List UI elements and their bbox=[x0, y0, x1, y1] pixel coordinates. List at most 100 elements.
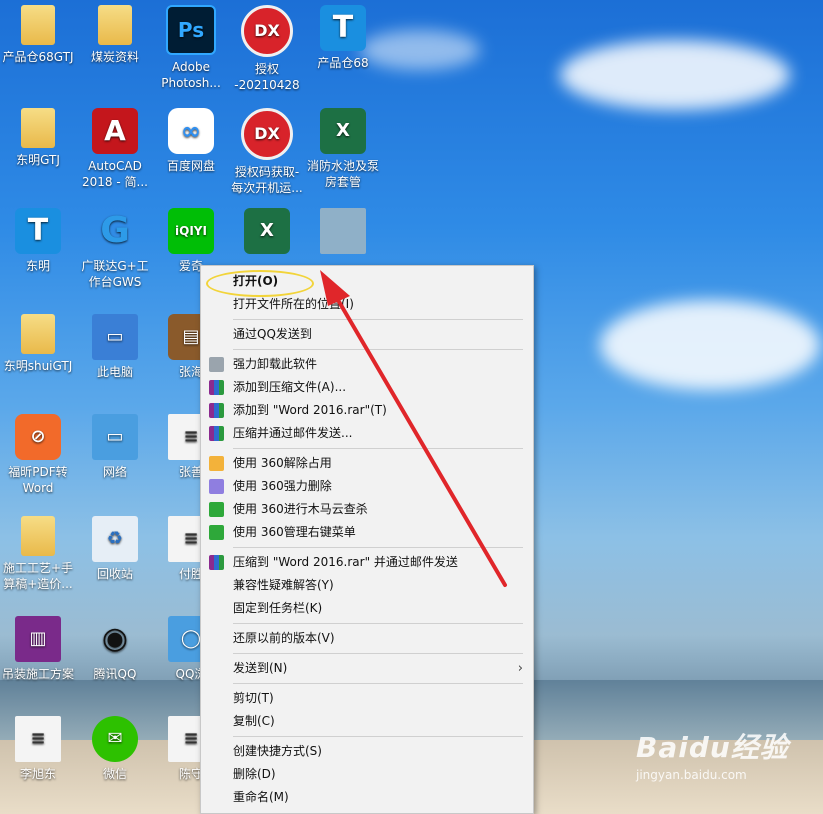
menu-item[interactable]: 压缩并通过邮件发送... bbox=[201, 422, 533, 445]
icon-glyph: ♻ bbox=[106, 528, 124, 549]
menu-item-label: 压缩到 "Word 2016.rar" 并通过邮件发送 bbox=[233, 555, 458, 569]
cloud bbox=[560, 40, 790, 110]
desktop-icon[interactable]: 施工工艺+手算稿+造价... bbox=[0, 516, 76, 592]
desktop-icon[interactable]: 煤炭资料 bbox=[77, 5, 153, 65]
image-file-icon bbox=[320, 208, 366, 254]
menu-item[interactable]: 复制(C) bbox=[201, 710, 533, 733]
menu-item[interactable]: 强力卸载此软件 bbox=[201, 353, 533, 376]
menu-item-label: 使用 360强力删除 bbox=[233, 479, 332, 493]
icon-glyph: ≡ bbox=[183, 728, 199, 749]
desktop-icon-label: 百度网盘 bbox=[166, 159, 215, 173]
desktop-icon[interactable]: ∞ 百度网盘 bbox=[153, 108, 229, 174]
menu-separator bbox=[233, 547, 523, 548]
menu-item-label: 创建快捷方式(S) bbox=[233, 744, 322, 758]
desktop-icon[interactable]: DX 授权 -20210428 bbox=[229, 5, 305, 93]
menu-item[interactable]: 创建快捷方式(S) bbox=[201, 740, 533, 763]
360-scan-icon bbox=[209, 502, 224, 517]
icon-glyph: ▭ bbox=[106, 426, 124, 447]
menu-item[interactable]: 通过QQ发送到 bbox=[201, 323, 533, 346]
desktop-icon-label: 煤炭资料 bbox=[90, 50, 139, 64]
desktop-icon[interactable]: ♻ 回收站 bbox=[77, 516, 153, 582]
glodon-icon: G bbox=[92, 208, 138, 254]
icon-glyph: ✉ bbox=[107, 728, 123, 749]
t-app-icon: T bbox=[15, 208, 61, 254]
menu-item[interactable]: 固定到任务栏(K) bbox=[201, 597, 533, 620]
desktop-icon[interactable]: 东明GTJ bbox=[0, 108, 76, 168]
icon-glyph: ⊘ bbox=[30, 426, 46, 447]
icon-glyph: ▤ bbox=[182, 326, 200, 347]
desktop-icon[interactable]: A AutoCAD 2018 - 简... bbox=[77, 108, 153, 190]
menu-separator bbox=[233, 319, 523, 320]
desktop-icon-label: Adobe Photosh... bbox=[161, 60, 221, 90]
desktop-icon[interactable]: T 东明 bbox=[0, 208, 76, 274]
desktop-icon[interactable]: X 消防水池及泵房套管 bbox=[305, 108, 381, 190]
desktop-icon[interactable] bbox=[305, 208, 381, 258]
desktop-icon[interactable]: T 产品仓68 bbox=[305, 5, 381, 71]
desktop-icon[interactable]: ≡ 李旭东 bbox=[0, 716, 76, 782]
menu-item-label: 复制(C) bbox=[233, 714, 275, 728]
menu-item[interactable]: 剪切(T) bbox=[201, 687, 533, 710]
desktop-icon[interactable]: G 广联达G+工作台GWS bbox=[77, 208, 153, 290]
desktop-icon-label: 此电脑 bbox=[96, 365, 133, 379]
desktop-icon[interactable]: ▥ 吊装施工方案 bbox=[0, 616, 76, 682]
menu-item-label: 剪切(T) bbox=[233, 691, 274, 705]
menu-item[interactable]: 还原以前的版本(V) bbox=[201, 627, 533, 650]
icon-glyph: DX bbox=[254, 21, 280, 40]
desktop-icon-label: 腾讯QQ bbox=[93, 667, 137, 681]
menu-item[interactable]: 使用 360进行木马云查杀 bbox=[201, 498, 533, 521]
menu-separator bbox=[233, 349, 523, 350]
desktop-icon[interactable]: ✉ 微信 bbox=[77, 716, 153, 782]
desktop-icon[interactable]: 东明shuiGTJ bbox=[0, 314, 76, 374]
icon-glyph: ▥ bbox=[29, 628, 47, 649]
winrar-icon: ▥ bbox=[15, 616, 61, 662]
menu-separator bbox=[233, 683, 523, 684]
menu-separator bbox=[233, 653, 523, 654]
icon-glyph: A bbox=[104, 114, 126, 147]
icon-glyph: ◉ bbox=[101, 621, 129, 656]
desktop-icon-label: 产品仓68 bbox=[317, 56, 369, 70]
excel-icon: X bbox=[320, 108, 366, 154]
desktop-icon[interactable]: 产品仓68GTJ bbox=[0, 5, 76, 65]
menu-item[interactable]: 压缩到 "Word 2016.rar" 并通过邮件发送 bbox=[201, 551, 533, 574]
desktop-icon[interactable]: Ps Adobe Photosh... bbox=[153, 5, 229, 91]
trash-icon bbox=[209, 357, 224, 372]
menu-item-label: 通过QQ发送到 bbox=[233, 327, 312, 341]
menu-item[interactable]: 使用 360强力删除 bbox=[201, 475, 533, 498]
menu-item[interactable]: 发送到(N) › bbox=[201, 657, 533, 680]
desktop-icon[interactable]: X bbox=[229, 208, 305, 258]
chevron-right-icon: › bbox=[517, 661, 523, 676]
360-manage-icon bbox=[209, 525, 224, 540]
winrar-icon bbox=[209, 380, 224, 395]
desktop-icon[interactable]: ⊘ 福昕PDF转Word bbox=[0, 414, 76, 496]
folder-icon bbox=[98, 5, 132, 45]
menu-item-label: 使用 360进行木马云查杀 bbox=[233, 502, 368, 516]
menu-item[interactable]: 添加到 "Word 2016.rar"(T) bbox=[201, 399, 533, 422]
menu-item-label: 发送到(N) bbox=[233, 661, 288, 675]
desktop-icon[interactable]: ▭ 网络 bbox=[77, 414, 153, 480]
folder-icon bbox=[21, 516, 55, 556]
document-icon: ≡ bbox=[15, 716, 61, 762]
folder-icon bbox=[21, 108, 55, 148]
baidu-netdisk-icon: ∞ bbox=[168, 108, 214, 154]
menu-item[interactable]: 删除(D) bbox=[201, 763, 533, 786]
icon-glyph: X bbox=[260, 220, 274, 241]
desktop-icon-label: 网络 bbox=[102, 465, 127, 479]
menu-separator bbox=[233, 736, 523, 737]
desktop-icon[interactable]: ◉ 腾讯QQ bbox=[77, 616, 153, 682]
menu-item[interactable]: 添加到压缩文件(A)... bbox=[201, 376, 533, 399]
menu-item[interactable]: 使用 360管理右键菜单 bbox=[201, 521, 533, 544]
desktop-icon[interactable]: ▭ 此电脑 bbox=[77, 314, 153, 380]
desktop-icon[interactable]: DX 授权码获取-每次开机运... bbox=[229, 108, 305, 196]
dx-icon: DX bbox=[241, 108, 293, 160]
icon-glyph: X bbox=[336, 120, 350, 141]
menu-item-label: 强力卸载此软件 bbox=[233, 357, 318, 371]
winrar-icon bbox=[209, 555, 224, 570]
menu-item[interactable]: 兼容性疑难解答(Y) bbox=[201, 574, 533, 597]
desktop-icon-label: 广联达G+工作台GWS bbox=[81, 259, 149, 289]
menu-item[interactable]: 使用 360解除占用 bbox=[201, 452, 533, 475]
menu-item-label: 兼容性疑难解答(Y) bbox=[233, 578, 334, 592]
menu-item-label: 删除(D) bbox=[233, 767, 276, 781]
desktop-icon-label: AutoCAD 2018 - 简... bbox=[82, 159, 148, 189]
menu-item[interactable]: 重命名(M) bbox=[201, 786, 533, 809]
icon-glyph: ≡ bbox=[30, 728, 46, 749]
